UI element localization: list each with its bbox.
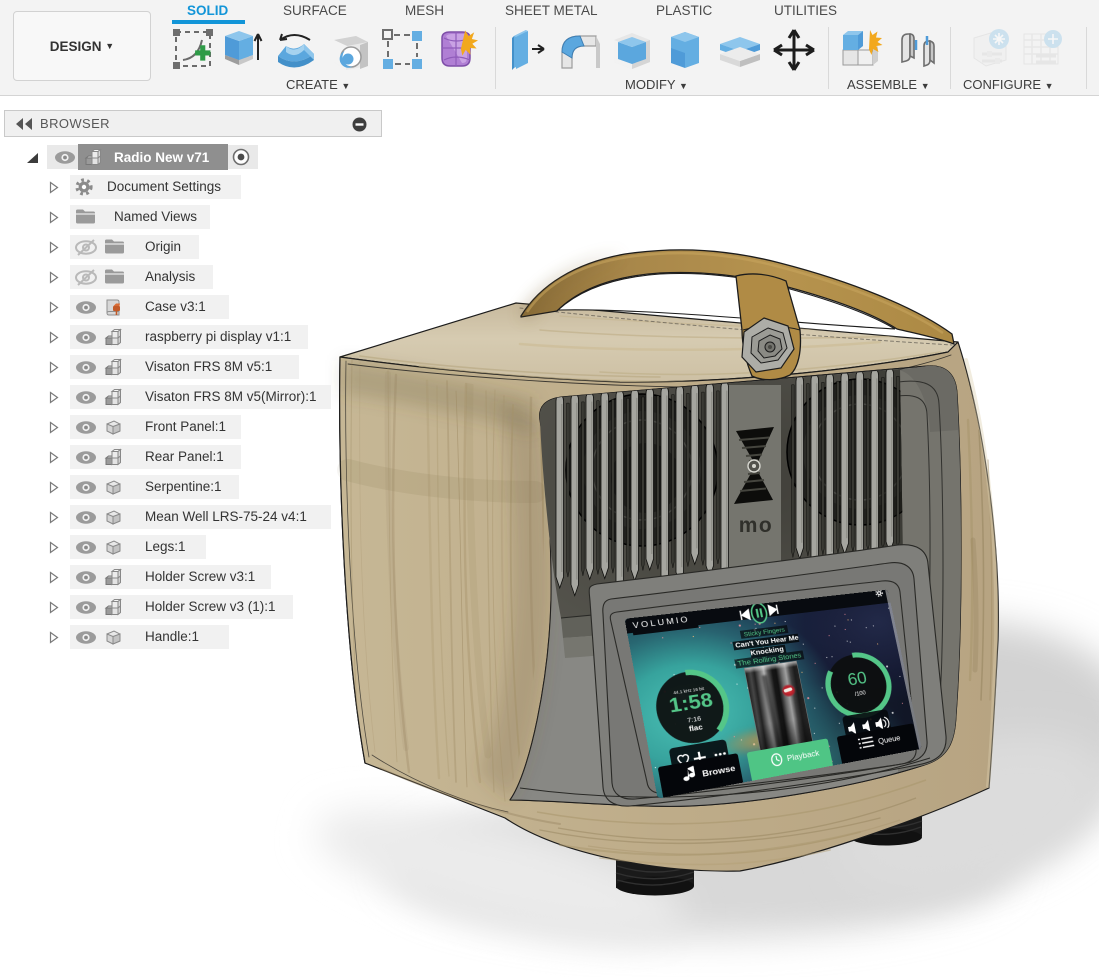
svg-text:Browse: Browse [702,764,737,779]
svg-text:mo: mo [739,514,774,537]
svg-text:Queue: Queue [877,734,901,746]
svg-text:Playback: Playback [786,749,820,764]
